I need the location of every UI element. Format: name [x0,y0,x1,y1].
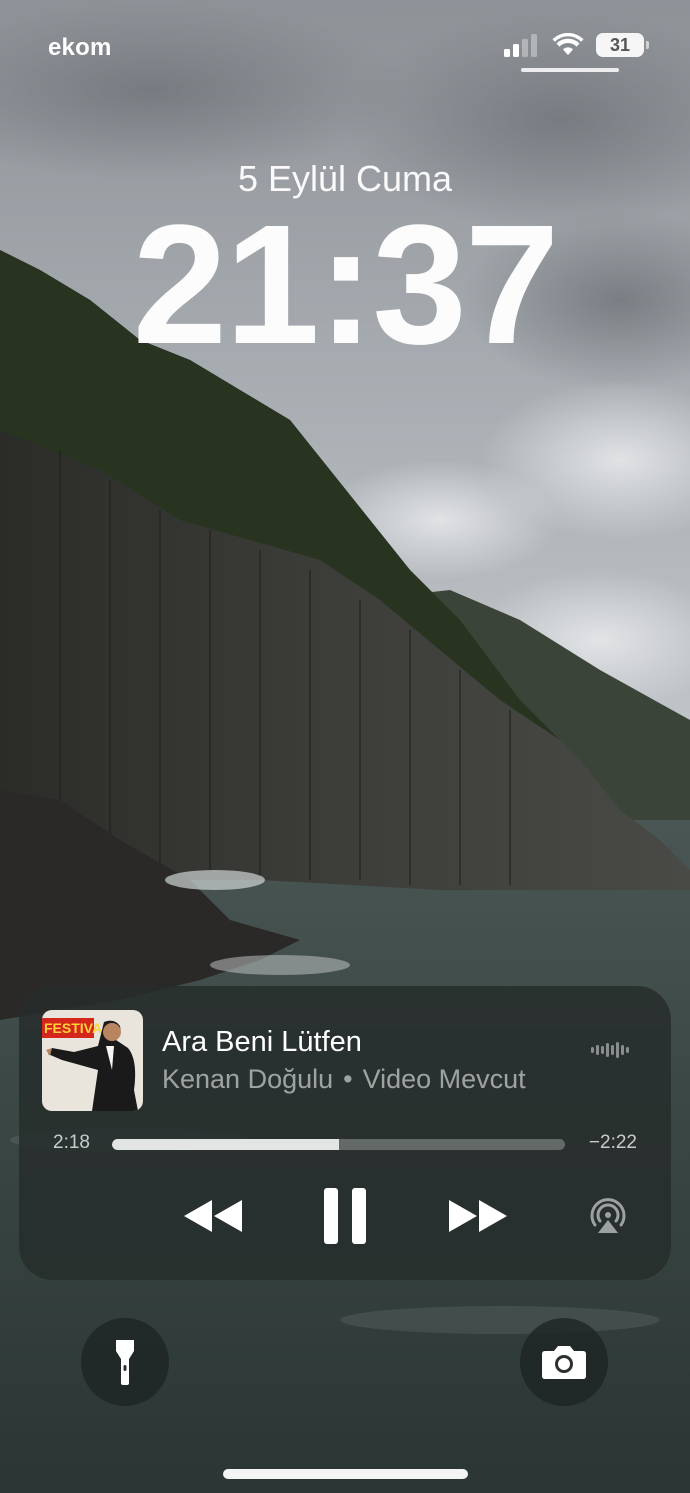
home-indicator[interactable] [223,1469,468,1479]
flashlight-icon [116,1340,134,1385]
battery-icon: 31 [596,33,649,57]
status-bar: ekom 31 [0,0,690,90]
song-artist: Kenan Doğulu [162,1064,334,1094]
subtitle-separator: • [343,1064,353,1094]
audio-waveform-icon [591,1042,629,1058]
camera-icon [542,1346,586,1379]
remaining-time: −2:22 [588,1132,637,1153]
airplay-icon [590,1198,626,1233]
playback-progress-bar[interactable] [112,1139,565,1150]
wifi-icon [552,33,584,55]
playback-progress-fill [112,1139,339,1150]
song-extra-info: Video Mevcut [362,1064,526,1094]
camera-button[interactable] [520,1318,608,1406]
carrier-name: ekom [48,34,112,61]
airplay-button[interactable] [585,1184,631,1248]
elapsed-time: 2:18 [53,1132,90,1153]
cellular-signal-icon [504,33,540,57]
fast-forward-button[interactable] [444,1184,514,1248]
pause-button[interactable] [315,1184,375,1248]
album-artwork[interactable]: FESTIVAL [42,1010,143,1111]
rewind-icon [184,1200,242,1232]
song-subtitle: Kenan Doğulu • Video Mevcut [162,1064,526,1095]
status-bar-indicator [521,68,619,72]
status-icons: 31 [504,33,649,57]
fast-forward-icon [449,1200,507,1232]
song-title: Ara Beni Lütfen [162,1026,362,1058]
pause-icon [324,1188,366,1244]
lock-screen-time: 21:37 [132,190,560,380]
now-playing-widget[interactable]: FESTIVAL Ara Beni Lütfen Kenan Doğulu • Vi… [19,986,671,1280]
flashlight-button[interactable] [81,1318,169,1406]
rewind-button[interactable] [177,1184,247,1248]
album-art-text: FESTIVAL [44,1020,111,1036]
